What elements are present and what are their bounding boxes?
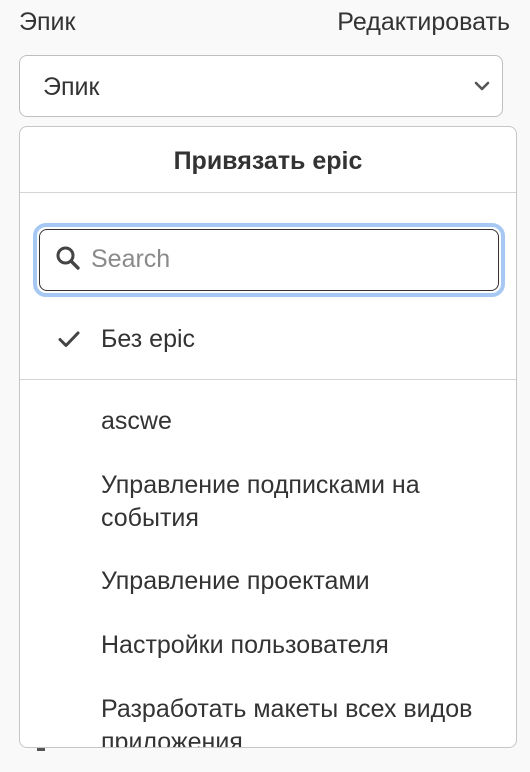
check-icon — [58, 331, 80, 347]
divider — [20, 379, 516, 380]
search-input[interactable] — [91, 237, 491, 281]
epic-dropdown: Привязать epic Без epic ascwe Управление… — [19, 126, 517, 748]
option-item[interactable]: ascwe — [101, 405, 491, 438]
epic-sidebar-block: Эпик Редактировать Эпик Привязать epic Б… — [0, 0, 530, 772]
dropdown-title: Привязать epic — [20, 127, 516, 193]
option-item[interactable]: Управление подписками на события — [101, 469, 491, 535]
search-box — [39, 229, 499, 291]
epic-select-toggle[interactable]: Эпик — [19, 55, 503, 117]
option-item[interactable]: Настройки пользователя — [101, 629, 491, 662]
underlying-content-fragment — [37, 748, 45, 751]
epic-field-label: Эпик — [19, 8, 76, 36]
epic-select-value: Эпик — [43, 73, 100, 101]
option-item[interactable]: Управление проектами — [101, 565, 491, 598]
chevron-down-icon — [474, 81, 490, 91]
search-icon — [56, 246, 80, 270]
option-item[interactable]: Разработать макеты всех видов приложения — [101, 693, 491, 747]
edit-link[interactable]: Редактировать — [337, 8, 510, 37]
option-no-epic[interactable]: Без epic — [101, 323, 491, 356]
search-focus-ring — [33, 223, 505, 297]
